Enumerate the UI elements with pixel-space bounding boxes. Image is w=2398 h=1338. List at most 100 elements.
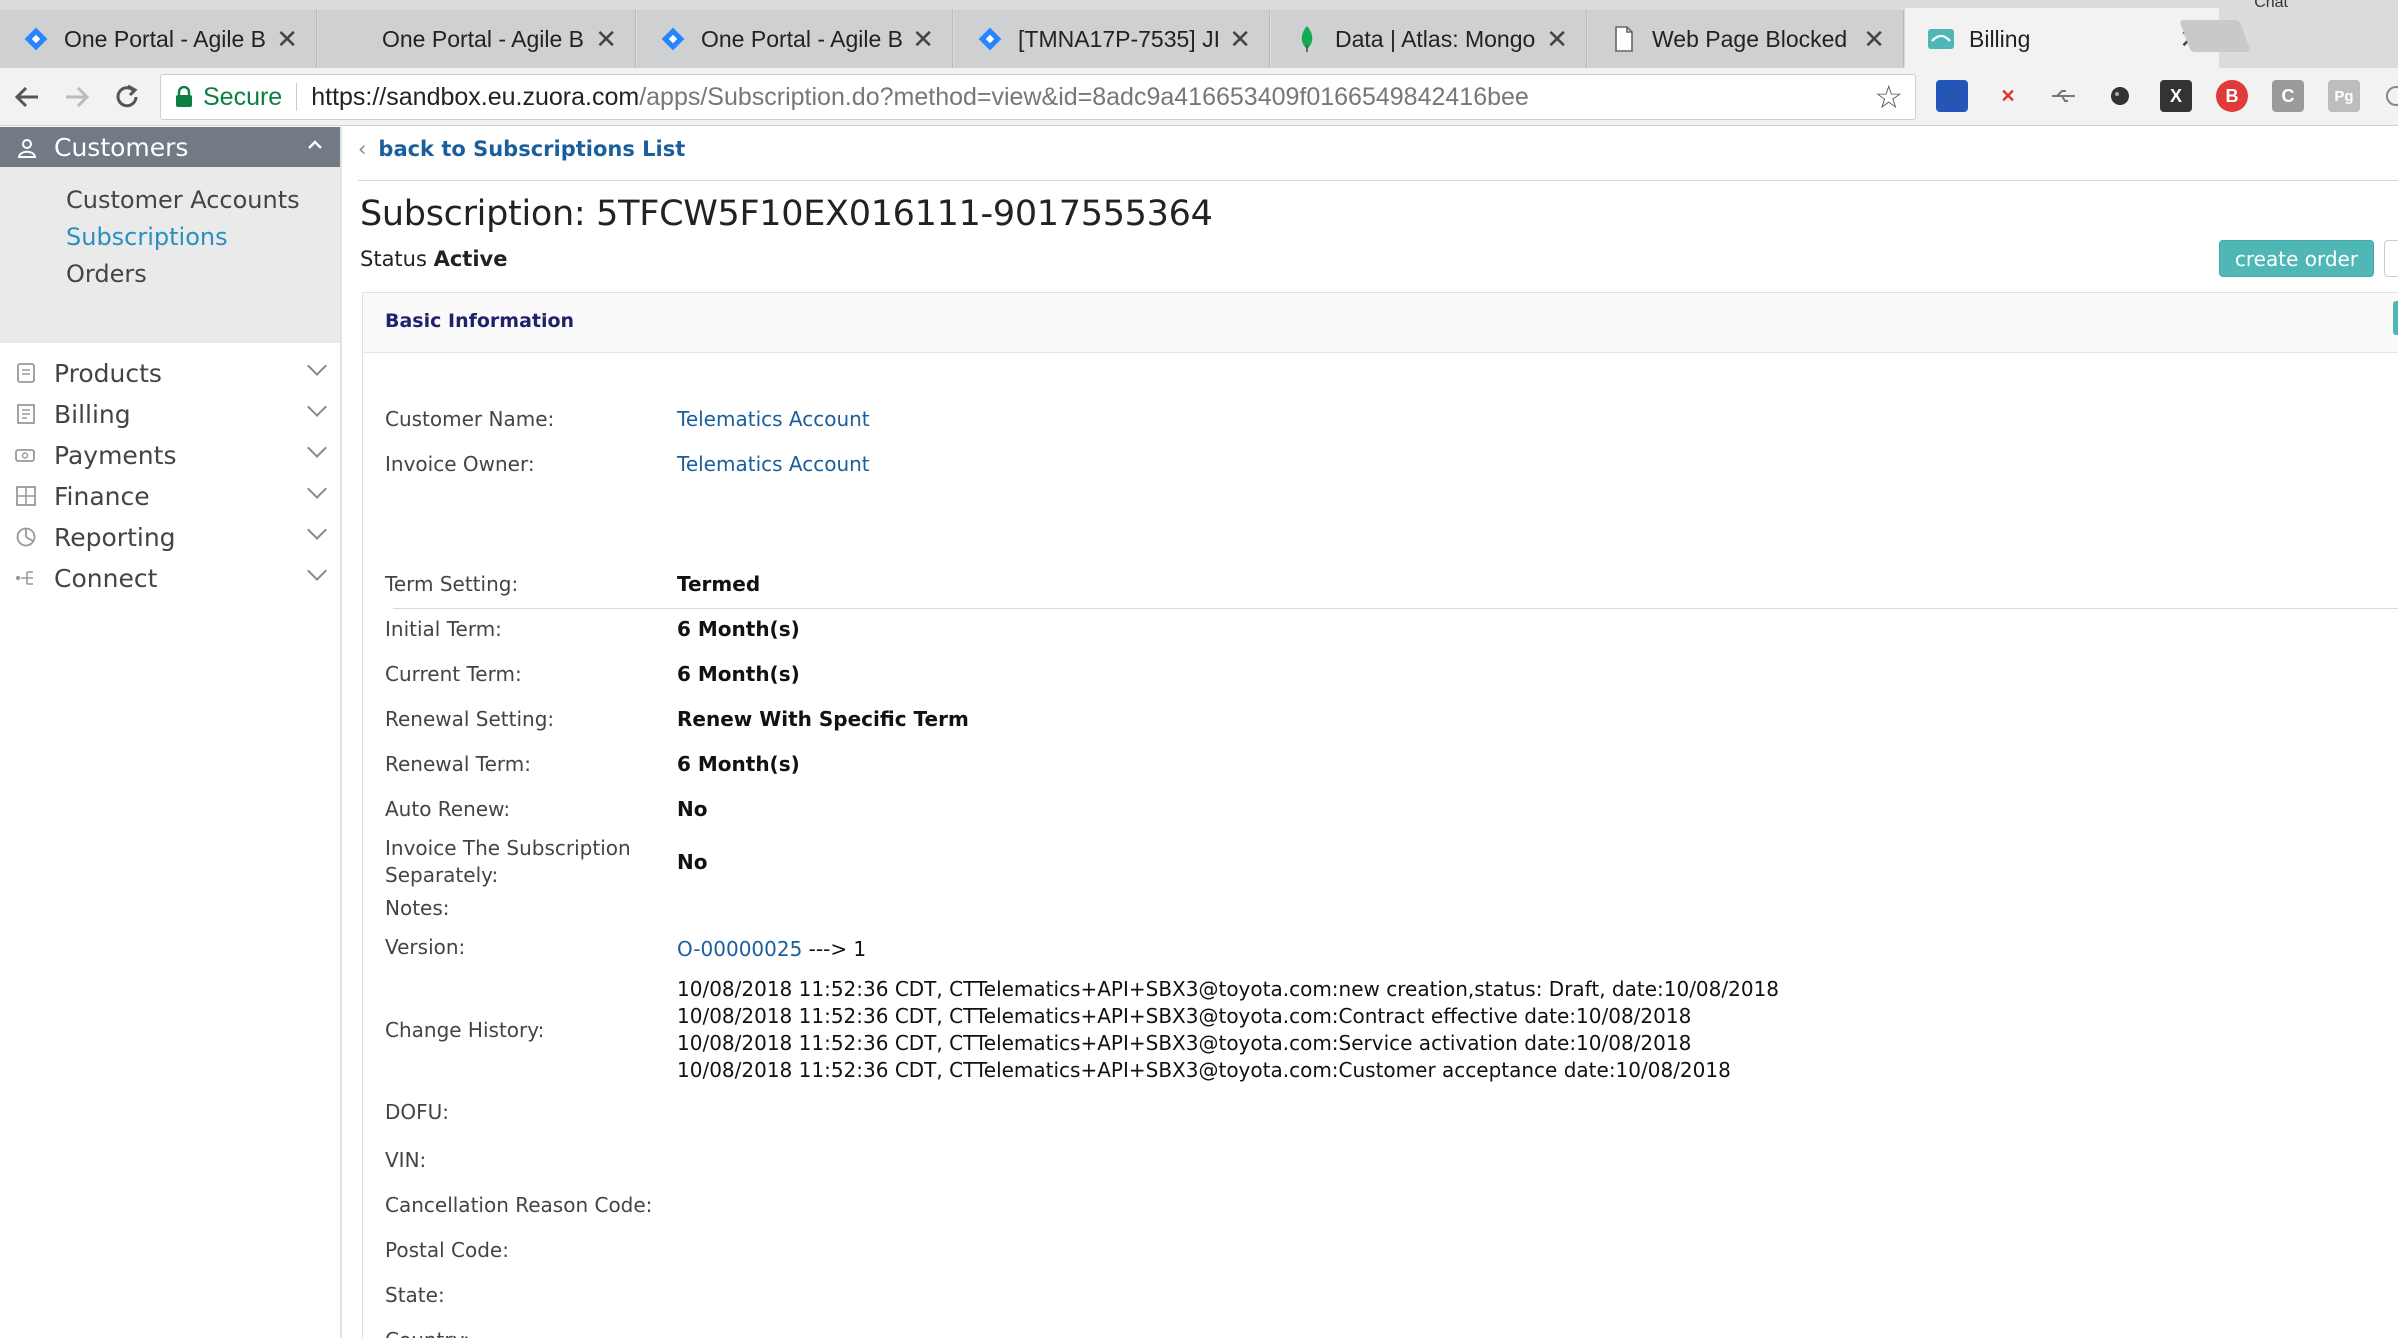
field-label: Auto Renew: [385,797,511,821]
more-actions-button[interactable] [2384,240,2398,277]
field-label: Cancellation Reason Code: [385,1193,653,1217]
chevron-down-icon [307,397,327,417]
address-separator [296,83,298,111]
sidebar-item-reporting[interactable]: Reporting [0,517,340,557]
customers-submenu: Customer Accounts Subscriptions Orders [0,167,340,343]
connect-icon [14,566,38,590]
field-label: Invoice Owner: [385,452,535,476]
browser-tab[interactable]: One Portal - Agile Boar ✕ [318,10,636,68]
order-link[interactable]: O-00000025 [677,937,802,961]
tab-title: Data | Atlas: MongoDB [1335,25,1536,52]
reload-icon[interactable] [108,78,146,116]
subscription-status: Status Active [360,247,507,271]
ext-c-icon[interactable]: C [2272,80,2304,112]
tab-close-icon[interactable]: ✕ [1229,24,1251,55]
create-order-button[interactable]: create order [2219,240,2374,277]
customer-name-link[interactable]: Telematics Account [677,407,870,431]
jira-icon [976,25,1004,53]
sidebar-item-connect[interactable]: Connect [0,558,340,598]
browser-tab[interactable]: Web Page Blocked ✕ [1588,10,1904,68]
ext-pg-icon[interactable]: Pg [2328,80,2360,112]
browser-tab[interactable]: One Portal - Agile Boar ✕ [0,10,317,68]
renewal-setting-value: Renew With Specific Term [677,707,969,731]
customers-icon [16,136,38,158]
browser-tab-strip: One Portal - Agile Boar ✕ One Portal - A… [0,0,2398,70]
sidebar-item-products[interactable]: Products [0,353,340,393]
sidebar-subitem-customer-accounts[interactable]: Customer Accounts [66,186,300,214]
sidebar-item-label: Products [54,358,162,388]
finance-icon [14,484,38,508]
ext-b-icon[interactable]: B [2216,80,2248,112]
sidebar-item-customers[interactable]: Customers [0,127,340,167]
zuora-icon [1927,25,1955,53]
new-tab-button[interactable] [2179,20,2251,52]
field-label: Invoice The Subscription [385,836,631,860]
reporting-icon [14,525,38,549]
tab-close-icon[interactable]: ✕ [1863,24,1885,55]
sidebar-subitem-orders[interactable]: Orders [66,260,147,288]
version-value: O-00000025 ---> 1 [677,937,866,961]
browser-tab-active[interactable]: Billing ✕ [1905,8,2219,70]
change-history-line: 10/08/2018 11:52:36 CDT, CTTelematics+AP… [677,1031,1692,1055]
tab-title: [TMNA17P-7535] JIT-D [1018,25,1220,52]
browser-tab[interactable]: One Portal - Agile Boar ✕ [637,10,953,68]
back-link-label: back to Subscriptions List [378,137,686,161]
field-label: Change History: [385,1017,545,1042]
tab-title: One Portal - Agile Boar [382,25,585,52]
address-bar[interactable]: Secure https://sandbox.eu.zuora.com/apps… [160,74,1916,120]
window-user-label: Chat [2254,0,2288,11]
url-path: /apps/Subscription.do?method=view&id=8ad… [639,82,1529,111]
panel-title: Basic Information [385,310,575,332]
field-label: Renewal Term: [385,752,532,776]
sidebar-item-label: Reporting [54,522,176,552]
panel-header: Basic Information [363,293,2398,353]
sidebar-item-label: Billing [54,399,131,429]
sidebar-item-label: Finance [54,481,150,511]
tab-close-icon[interactable]: ✕ [912,24,934,55]
chevron-down-icon [307,520,327,540]
jira-icon [22,25,50,53]
bookmark-star-icon[interactable]: ☆ [1874,78,1903,116]
chrome-menu-icon[interactable] [2382,80,2398,112]
chevron-down-icon [307,356,327,376]
sidebar-subitem-subscriptions[interactable]: Subscriptions [66,223,228,251]
field-label: Notes: [385,896,450,920]
sidebar-item-payments[interactable]: Payments [0,435,340,475]
tab-title: One Portal - Agile Boar [701,25,903,52]
field-label: Separately: [385,863,499,887]
tab-title: Billing [1969,25,2031,52]
divider [358,180,2398,181]
field-label: Country: [385,1328,470,1338]
tab-title: One Portal - Agile Boar [64,25,266,52]
chevron-down-icon [307,561,327,581]
ext-x-icon[interactable]: ✕ [1992,80,2024,112]
blank-favicon [340,25,368,53]
status-value: Active [433,247,508,271]
ext-excel-icon[interactable]: X [2160,80,2192,112]
panel-edit-button[interactable] [2393,301,2398,335]
change-history-line: 10/08/2018 11:52:36 CDT, CTTelematics+AP… [677,1058,1731,1082]
back-to-subscriptions-link[interactable]: ‹ back to Subscriptions List [358,137,685,161]
basic-information-panel: Basic Information Customer Name: Telemat… [362,292,2398,1338]
sidebar-item-billing[interactable]: Billing [0,394,340,434]
back-arrow-icon[interactable] [8,78,46,116]
browser-tab[interactable]: [TMNA17P-7535] JIT-D ✕ [954,10,1270,68]
field-label: VIN: [385,1148,427,1172]
invoice-owner-link[interactable]: Telematics Account [677,452,870,476]
forward-arrow-icon[interactable] [58,78,96,116]
browser-tab[interactable]: Data | Atlas: MongoDB ✕ [1271,10,1587,68]
page-icon [1610,25,1638,53]
sidebar-item-finance[interactable]: Finance [0,476,340,516]
tab-close-icon[interactable]: ✕ [276,24,298,55]
ext-app-icon[interactable] [1936,80,1968,112]
field-label: Postal Code: [385,1238,509,1262]
sidebar: Customers Customer Accounts Subscription… [0,127,342,1338]
ext-usb-icon[interactable] [2048,80,2080,112]
chevron-down-icon [307,438,327,458]
tab-close-icon[interactable]: ✕ [1546,24,1568,55]
tab-close-icon[interactable]: ✕ [595,24,617,55]
ext-circle-icon[interactable] [2104,80,2136,112]
chevron-down-icon [307,479,327,499]
billing-icon [14,402,38,426]
chevron-left-icon: ‹ [358,137,367,161]
